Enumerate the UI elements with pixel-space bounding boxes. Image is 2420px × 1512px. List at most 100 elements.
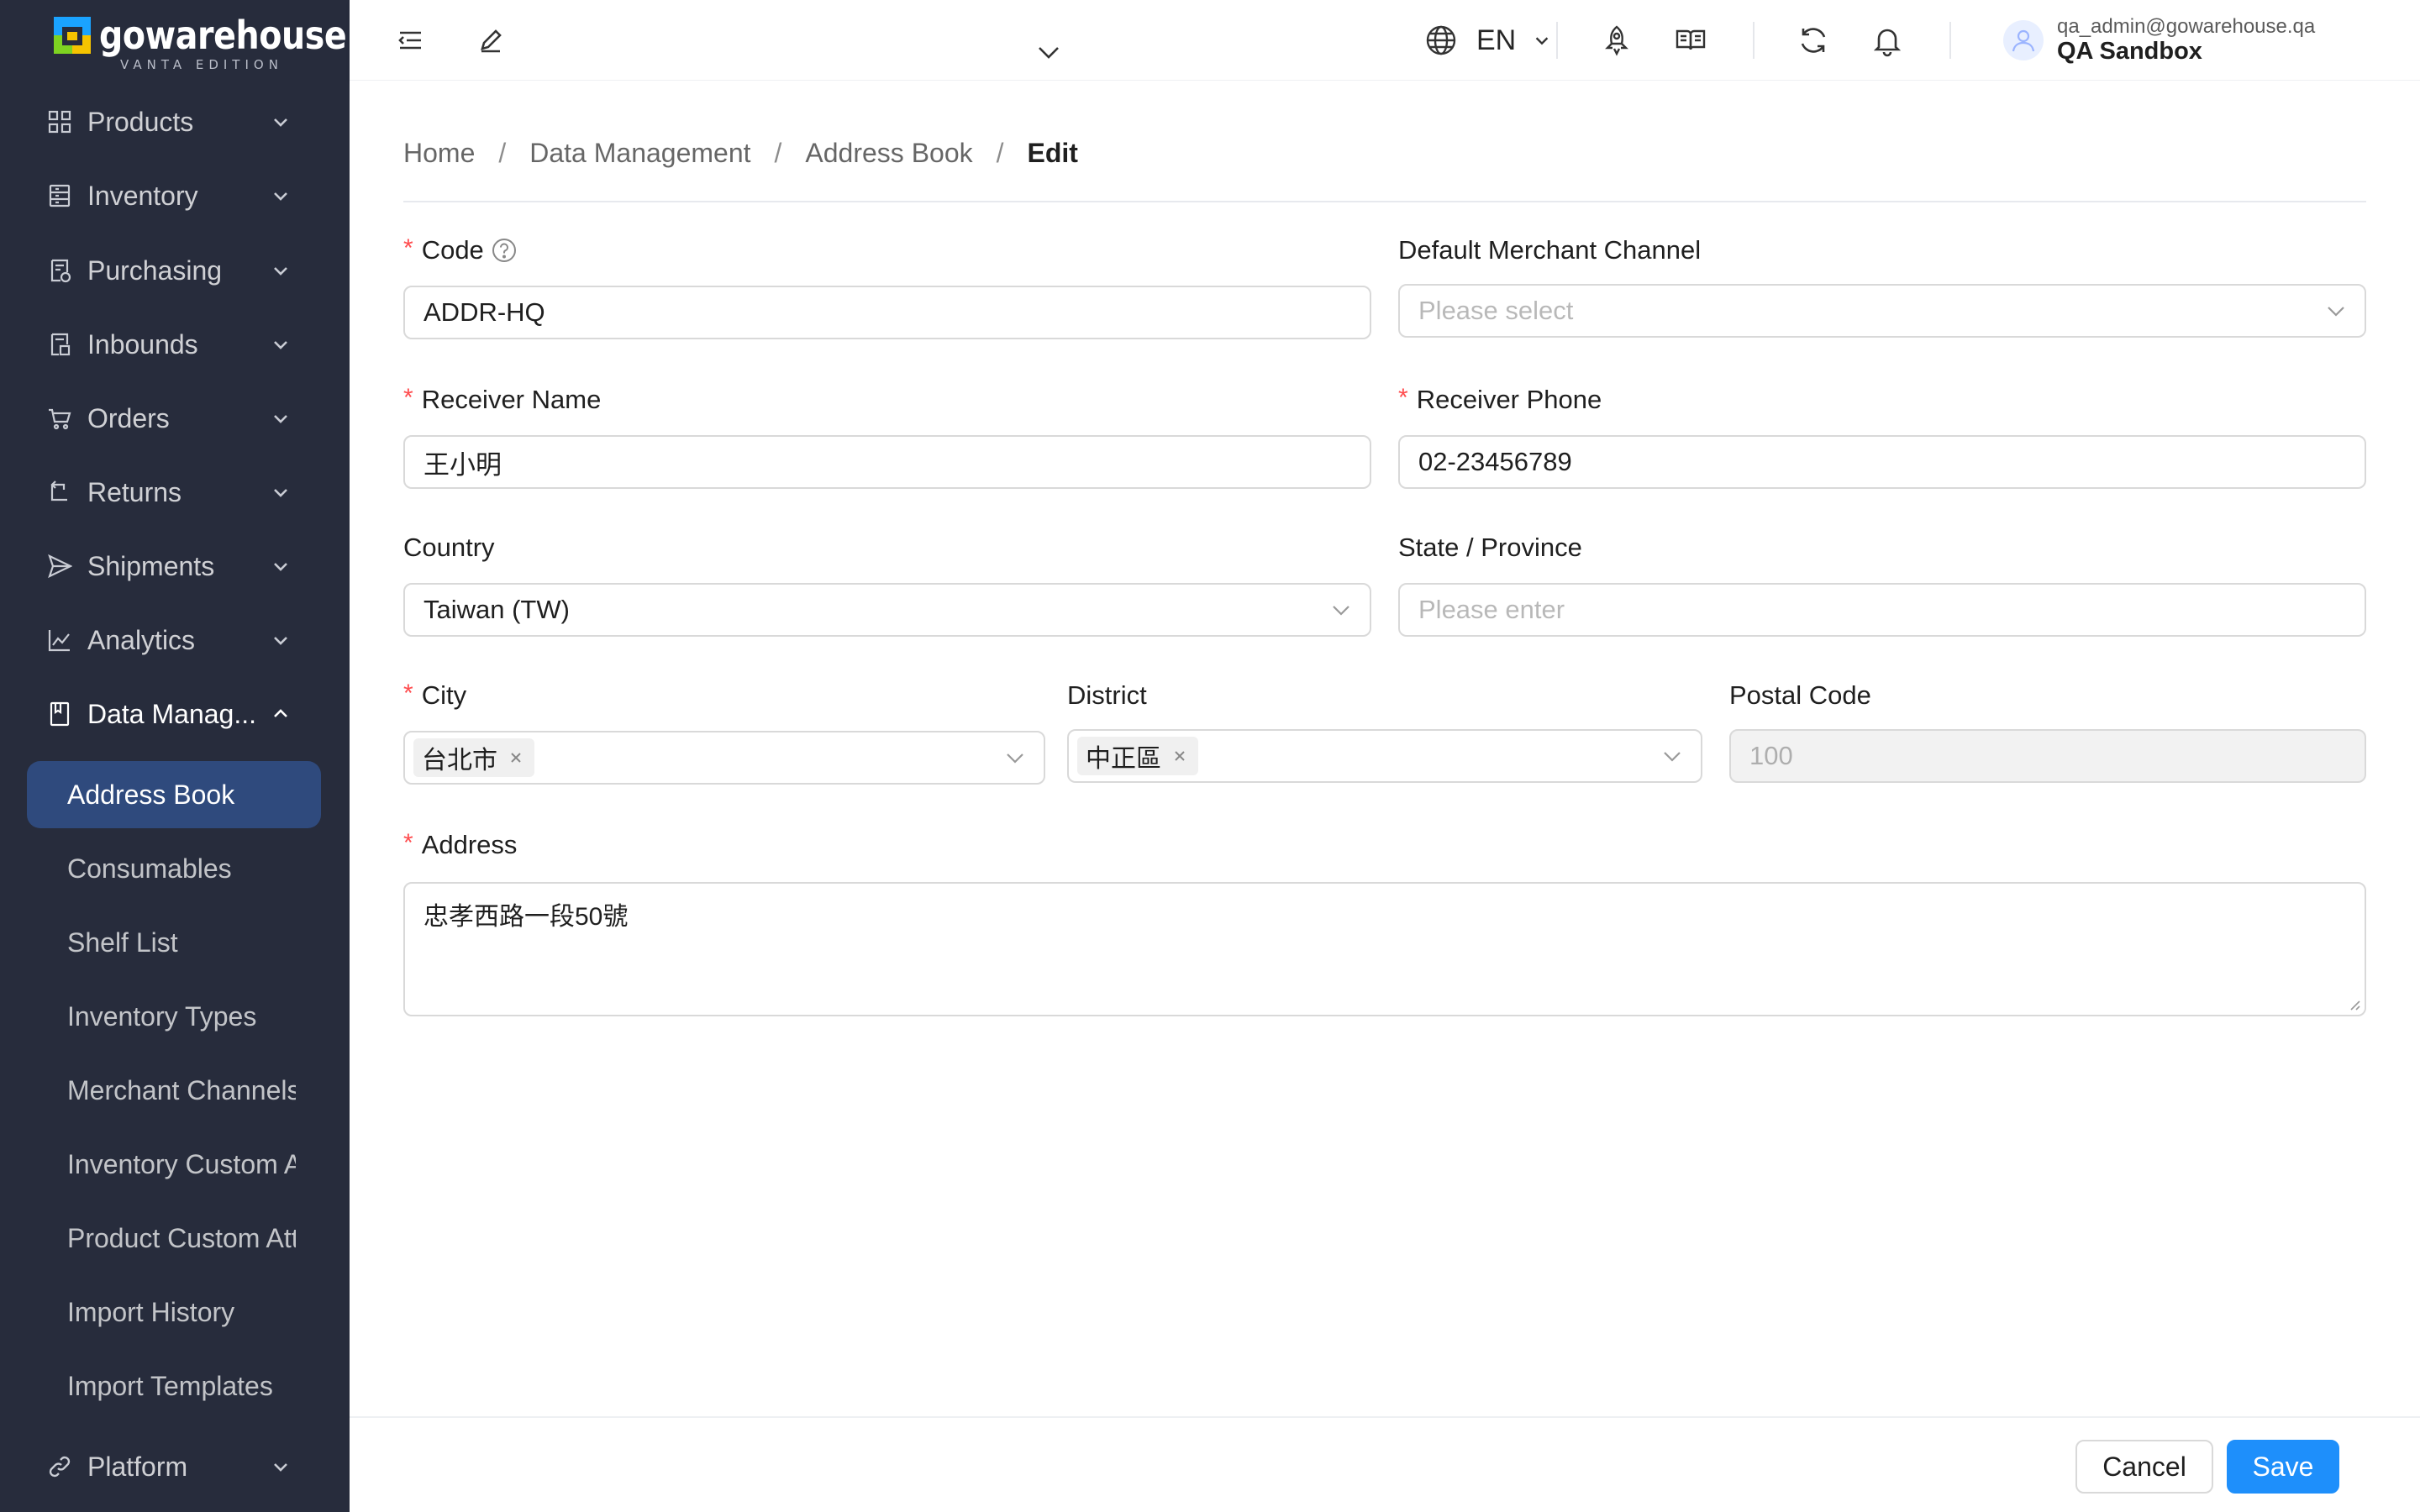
country-label: Country <box>403 533 495 563</box>
sidebar-item-inbounds[interactable]: Inbounds <box>0 311 350 378</box>
sidebar-item-label: Products <box>87 106 194 137</box>
chevron-down-icon <box>274 118 287 127</box>
chevron-down-icon <box>1007 753 1023 764</box>
breadcrumb-home[interactable]: Home <box>403 138 475 169</box>
user-menu[interactable]: qa_admin@gowarehouse.qa QA Sandbox <box>2003 13 2315 67</box>
receiver-name-value: 王小明 <box>424 449 502 480</box>
receiver-phone-value: 02-23456789 <box>1418 447 1572 476</box>
address-textarea[interactable]: 忠孝西路一段50號 <box>403 882 2366 1016</box>
sidebar-item-label: Analytics <box>87 624 196 655</box>
chevron-down-icon <box>274 489 287 497</box>
sidebar-subitem-address-book[interactable]: Address Book <box>27 761 321 828</box>
edit-icon[interactable] <box>474 24 508 57</box>
required-mark: * <box>403 384 413 412</box>
sidebar-subitem-import-history[interactable]: Import History <box>27 1278 321 1346</box>
merchant-channel-select[interactable]: Please select <box>1398 284 2366 338</box>
sidebar-subitem-shelf-list[interactable]: Shelf List <box>27 909 321 976</box>
brand-logo[interactable]: gowarehouse VANTA EDITION <box>54 15 347 76</box>
avatar <box>2003 20 2044 60</box>
city-label: * City <box>403 680 466 711</box>
refresh-icon[interactable] <box>1797 24 1830 57</box>
chevron-up-icon <box>274 709 287 717</box>
sidebar-subitem-merchant-channels[interactable]: Merchant Channels <box>27 1057 321 1124</box>
chevron-down-icon[interactable] <box>1035 39 1062 66</box>
sidebar-item-platform[interactable]: Platform <box>0 1433 350 1500</box>
sidebar-subitem-import-templates[interactable]: Import Templates <box>27 1352 321 1420</box>
receiver-phone-input[interactable]: 02-23456789 <box>1398 435 2366 489</box>
close-icon[interactable] <box>1171 748 1188 764</box>
sidebar-subitem-label: Merchant Channels <box>67 1074 296 1105</box>
sidebar-item-label: Inventory <box>87 180 198 211</box>
book-open-icon[interactable] <box>1674 24 1707 57</box>
sidebar-subitem-inventory-custom-attributes[interactable]: Inventory Custom Attributes <box>27 1131 321 1198</box>
resize-handle-icon[interactable] <box>2346 996 2361 1011</box>
sidebar-item-label: Orders <box>87 402 170 433</box>
sidebar-item-inventory[interactable]: Inventory <box>0 162 350 229</box>
district-label: District <box>1067 680 1147 711</box>
cancel-button[interactable]: Cancel <box>2075 1440 2213 1494</box>
form-footer: Cancel Save <box>350 1416 2420 1512</box>
country-select[interactable]: Taiwan (TW) <box>403 583 1371 637</box>
link-icon <box>49 1456 71 1478</box>
merchant-channel-label-text: Default Merchant Channel <box>1398 235 1702 265</box>
chevron-down-icon <box>1333 606 1349 616</box>
brand-edition: VANTA EDITION <box>120 57 283 72</box>
sidebar-subitem-label: Import History <box>67 1296 235 1327</box>
address-label: * Address <box>403 829 517 860</box>
sidebar-item-data-management[interactable]: Data Manag... <box>0 680 350 748</box>
user-organization: QA Sandbox <box>2057 38 2202 65</box>
close-icon[interactable] <box>508 749 524 766</box>
receiver-phone-label-text: Receiver Phone <box>1416 385 1602 414</box>
code-input-value: ADDR-HQ <box>424 297 545 327</box>
sidebar-item-orders[interactable]: Orders <box>0 385 350 452</box>
required-mark: * <box>403 234 413 262</box>
sidebar-subitem-consumables[interactable]: Consumables <box>27 835 321 902</box>
user-icon <box>2012 29 2035 52</box>
main-content: Home / Data Management / Address Book / … <box>350 81 2420 1416</box>
user-email: qa_admin@gowarehouse.qa <box>2057 15 2316 38</box>
line-chart-icon <box>48 630 70 652</box>
sidebar-subitem-inventory-types[interactable]: Inventory Types <box>27 983 321 1050</box>
sidebar-item-shipments[interactable]: Shipments <box>0 533 350 600</box>
receiver-name-input[interactable]: 王小明 <box>403 435 1371 489</box>
sidebar-subitem-label: Inventory Types <box>67 1000 257 1032</box>
breadcrumb-divider <box>403 201 2366 202</box>
sidebar-subitem-label: Product Custom Attributes <box>67 1222 296 1253</box>
merchant-channel-placeholder: Please select <box>1418 296 1574 325</box>
breadcrumb-current: Edit <box>1027 138 1078 168</box>
chevron-down-icon <box>274 563 287 571</box>
inbounds-icon <box>50 333 71 356</box>
receiver-name-label: * Receiver Name <box>403 384 601 415</box>
chevron-down-icon <box>274 192 287 201</box>
district-select[interactable]: 中正區 <box>1067 729 1702 783</box>
rocket-icon[interactable] <box>1600 24 1634 57</box>
bell-icon[interactable] <box>1870 24 1904 57</box>
sidebar-item-label: Shipments <box>87 550 215 581</box>
district-tag-label: 中正區 <box>1086 745 1161 773</box>
save-button[interactable]: Save <box>2227 1440 2339 1494</box>
language-selector[interactable]: EN <box>1424 18 1551 62</box>
chevron-down-icon <box>274 637 287 645</box>
sidebar-item-analytics[interactable]: Analytics <box>0 606 350 674</box>
sidebar-item-purchasing[interactable]: Purchasing <box>0 237 350 304</box>
state-input[interactable]: Please enter <box>1398 583 2366 637</box>
breadcrumb-address-book[interactable]: Address Book <box>805 138 972 169</box>
sidebar-item-label: Inbounds <box>87 328 198 360</box>
state-label-text: State / Province <box>1398 533 1582 562</box>
breadcrumb-data-management[interactable]: Data Management <box>529 138 750 169</box>
sidebar-item-products[interactable]: Products <box>0 88 350 155</box>
purchasing-icon <box>50 259 71 283</box>
city-tag: 台北市 <box>413 738 534 777</box>
sidebar-item-returns[interactable]: Returns <box>0 459 350 526</box>
chevron-down-icon <box>274 341 287 349</box>
header-divider <box>1949 22 1951 59</box>
header-divider <box>1753 22 1754 59</box>
sidebar-subitem-product-custom-attributes[interactable]: Product Custom Attributes <box>27 1205 321 1272</box>
grid-icon <box>48 110 71 134</box>
question-circle-icon[interactable] <box>491 237 518 264</box>
sidebar-item-label: Returns <box>87 476 182 507</box>
menu-fold-icon[interactable] <box>393 24 427 57</box>
book-icon <box>50 701 70 727</box>
city-select[interactable]: 台北市 <box>403 731 1045 785</box>
code-input[interactable]: ADDR-HQ <box>403 286 1371 339</box>
